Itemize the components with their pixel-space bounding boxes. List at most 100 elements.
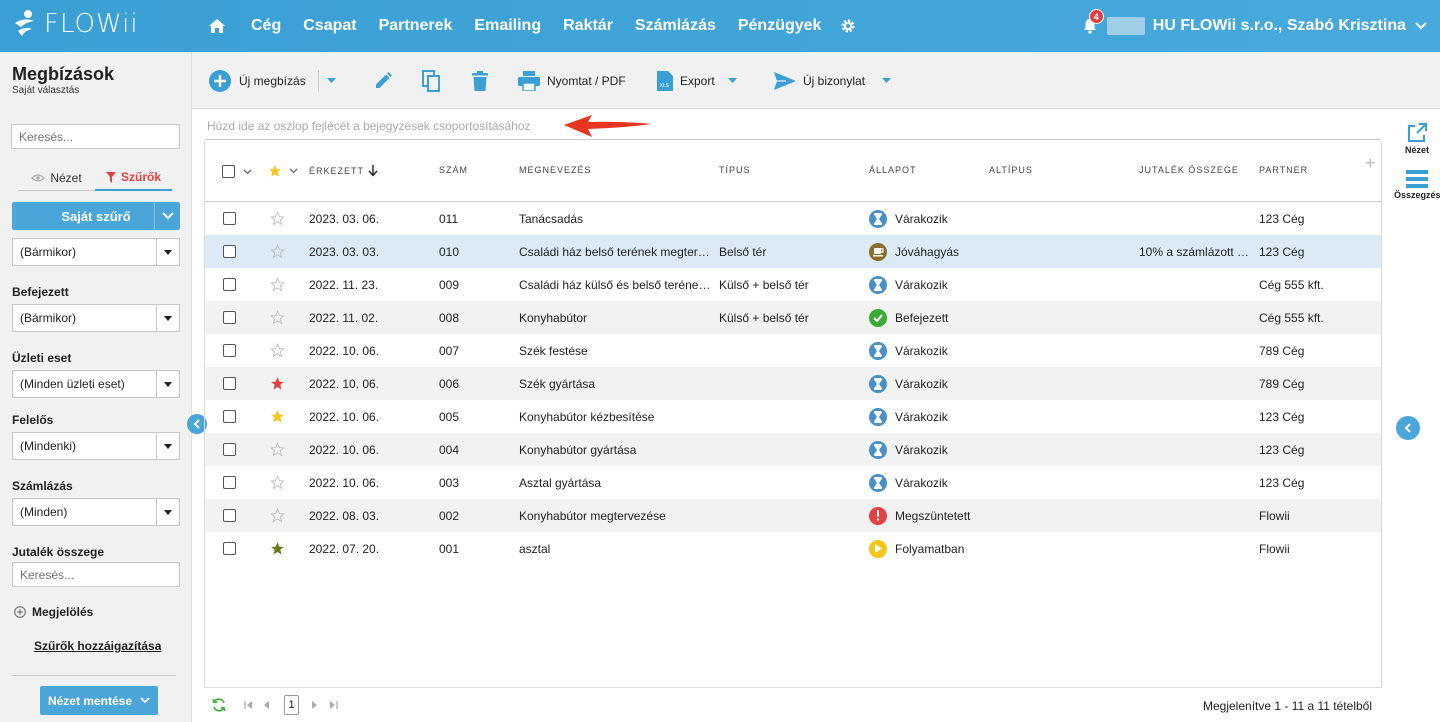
- table-row[interactable]: 2022. 10. 06. 006 Szék gyártása Várakozi…: [205, 367, 1381, 400]
- nav-item-team[interactable]: Csapat: [292, 17, 367, 35]
- gear-icon[interactable]: [832, 18, 864, 34]
- nav-item-invoicing[interactable]: Számlázás: [624, 17, 727, 35]
- invoicing-value: (Minden): [20, 505, 68, 519]
- chevron-down-icon[interactable]: [1414, 19, 1428, 33]
- print-pdf-button[interactable]: Nyomtat / PDF: [518, 52, 626, 109]
- edit-button[interactable]: [373, 52, 393, 109]
- next-page-icon[interactable]: [312, 701, 318, 709]
- tab-filters[interactable]: Szűrők: [95, 164, 172, 191]
- business-case-select[interactable]: (Minden üzleti eset): [12, 370, 180, 398]
- table-row[interactable]: 2022. 07. 20. 001 asztal Folyamatban Flo…: [205, 532, 1381, 565]
- cell-number: 008: [439, 310, 460, 325]
- table-row[interactable]: 2022. 11. 23. 009 Családi ház külső és b…: [205, 268, 1381, 301]
- nav-item-warehouse[interactable]: Raktár: [552, 17, 624, 35]
- star-icon[interactable]: [270, 499, 285, 532]
- star-icon[interactable]: [270, 202, 285, 235]
- table-row[interactable]: 2022. 10. 06. 005 Konyhabútor kézbesítés…: [205, 400, 1381, 433]
- table-row[interactable]: 2022. 10. 06. 007 Szék festése Várakozik…: [205, 334, 1381, 367]
- nav-item-finance[interactable]: Pénzügyek: [727, 17, 833, 35]
- bell-icon[interactable]: 4: [1081, 9, 1104, 35]
- table-row[interactable]: 2023. 03. 06. 011 Tanácsadás Várakozik 1…: [205, 202, 1381, 235]
- row-checkbox[interactable]: [223, 532, 236, 565]
- plus-circle-icon: [209, 69, 231, 92]
- own-filter-button[interactable]: Saját szűrő: [12, 202, 180, 230]
- table-row[interactable]: 2022. 11. 02. 008 Konyhabútor Külső + be…: [205, 301, 1381, 334]
- star-column-header[interactable]: [268, 164, 298, 178]
- nav-item-company[interactable]: Cég: [240, 17, 292, 35]
- star-icon[interactable]: [270, 334, 285, 367]
- column-header-received[interactable]: Érkezett: [309, 165, 378, 177]
- commission-search-input[interactable]: [12, 562, 180, 587]
- marking-toggle[interactable]: Megjelölés: [14, 605, 93, 619]
- row-checkbox[interactable]: [223, 235, 236, 268]
- eye-icon: [31, 173, 46, 182]
- column-header-type[interactable]: Típus: [719, 165, 751, 175]
- star-icon[interactable]: [270, 235, 285, 268]
- caret-down-icon: [156, 239, 179, 265]
- assign-filters-link[interactable]: Szűrők hozzáigazítása: [34, 639, 161, 653]
- home-icon[interactable]: [206, 18, 240, 34]
- nav-item-partners[interactable]: Partnerek: [368, 17, 464, 35]
- table-row[interactable]: 2022. 10. 06. 003 Asztal gyártása Várako…: [205, 466, 1381, 499]
- sidebar-search-input[interactable]: [11, 124, 180, 149]
- cell-number: 005: [439, 409, 460, 424]
- row-checkbox[interactable]: [223, 400, 236, 433]
- export-label: Export: [680, 73, 715, 88]
- cell-received: 2022. 10. 06.: [309, 475, 380, 490]
- caret-down-icon: [156, 371, 179, 397]
- star-icon[interactable]: [270, 367, 285, 400]
- row-checkbox[interactable]: [223, 499, 236, 532]
- star-icon[interactable]: [270, 268, 285, 301]
- row-checkbox[interactable]: [223, 466, 236, 499]
- collapse-right-panel-button[interactable]: [1396, 416, 1420, 440]
- column-header-subtype[interactable]: Altípus: [989, 165, 1033, 175]
- chevron-down-icon[interactable]: [154, 202, 180, 230]
- column-header-status[interactable]: Állapot: [869, 165, 917, 175]
- row-checkbox[interactable]: [223, 301, 236, 334]
- finished-select[interactable]: (Bármikor): [12, 304, 180, 332]
- star-icon[interactable]: [270, 301, 285, 334]
- copy-button[interactable]: [422, 52, 440, 109]
- column-header-partner[interactable]: Partner: [1259, 165, 1308, 175]
- star-icon[interactable]: [270, 466, 285, 499]
- rail-view-button[interactable]: Nézet: [1394, 123, 1440, 155]
- new-order-dropdown[interactable]: [327, 52, 336, 109]
- flowii-logo[interactable]: FLOWii: [12, 9, 139, 39]
- group-by-dropzone[interactable]: Húzd ide az oszlop fejlécét a bejegyzése…: [205, 113, 1381, 140]
- new-document-button[interactable]: Új bizonylat: [774, 52, 892, 109]
- add-column-icon[interactable]: +: [1365, 153, 1376, 174]
- first-page-icon[interactable]: [244, 701, 253, 709]
- table-row[interactable]: 2022. 10. 06. 004 Konyhabútor gyártása V…: [205, 433, 1381, 466]
- refresh-icon[interactable]: [212, 698, 226, 712]
- export-button[interactable]: XLS Export: [657, 52, 737, 109]
- star-icon[interactable]: [270, 433, 285, 466]
- column-header-name[interactable]: Megnevezés: [519, 165, 592, 175]
- tab-view[interactable]: Nézet: [18, 164, 95, 191]
- company-user-name[interactable]: HU FLOWii s.r.o., Szabó Krisztina: [1153, 17, 1406, 35]
- row-checkbox[interactable]: [223, 334, 236, 367]
- new-order-button[interactable]: Új megbízás: [208, 52, 306, 109]
- row-checkbox[interactable]: [223, 433, 236, 466]
- responsible-select[interactable]: (Mindenki): [12, 432, 180, 460]
- invoicing-select[interactable]: (Minden): [12, 498, 180, 526]
- row-checkbox[interactable]: [223, 367, 236, 400]
- status-label: Folyamatban: [895, 541, 965, 556]
- row-checkbox[interactable]: [223, 268, 236, 301]
- star-icon[interactable]: [270, 400, 285, 433]
- select-all-checkbox[interactable]: [222, 165, 252, 178]
- table-row[interactable]: 2022. 08. 03. 002 Konyhabútor megtervezé…: [205, 499, 1381, 532]
- delete-button[interactable]: [472, 52, 488, 109]
- nav-item-emailing[interactable]: Emailing: [463, 17, 552, 35]
- page-number-1[interactable]: 1: [284, 695, 299, 715]
- prev-page-icon[interactable]: [263, 701, 269, 709]
- last-page-icon[interactable]: [329, 701, 338, 709]
- row-checkbox[interactable]: [223, 202, 236, 235]
- cell-commission: [1139, 499, 1254, 532]
- column-header-commission[interactable]: Jutalék összege: [1139, 165, 1239, 175]
- save-view-button[interactable]: Nézet mentése: [40, 686, 158, 715]
- column-header-number[interactable]: Szám: [439, 165, 468, 175]
- rail-summary-button[interactable]: Összegzés: [1394, 170, 1440, 200]
- table-row[interactable]: 2023. 03. 03. 010 Családi ház belső teré…: [205, 235, 1381, 268]
- star-icon[interactable]: [270, 532, 285, 565]
- date-range-select[interactable]: (Bármikor): [12, 238, 180, 266]
